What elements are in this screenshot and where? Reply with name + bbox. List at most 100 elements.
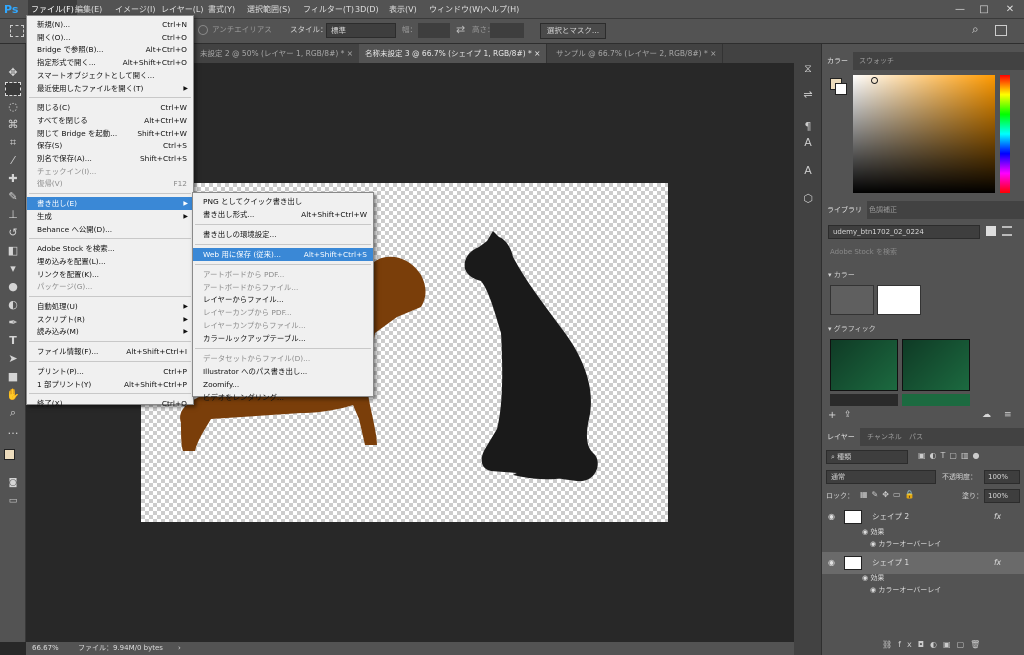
menu-item[interactable]: スマートオブジェクトとして開く... <box>27 69 193 82</box>
move-tool-icon[interactable]: ✥ <box>5 66 21 80</box>
lasso-tool-icon[interactable]: ◌ <box>5 100 21 114</box>
fx-icon[interactable]: fx <box>994 552 1001 574</box>
height-input[interactable] <box>490 23 524 38</box>
tab-color[interactable]: カラー <box>822 52 853 70</box>
menu-3d[interactable]: 3D(D) <box>352 0 382 19</box>
select-mask-button[interactable]: 選択とマスク... <box>540 23 606 39</box>
marquee-tool-icon[interactable] <box>5 82 21 96</box>
layer-row-shape-1[interactable]: ◉ シェイプ 1 fx <box>822 552 1024 574</box>
lock-icons[interactable]: ▦✎✥▭🔒 <box>860 490 918 499</box>
section-graphic-heading[interactable]: ▾ グラフィック <box>828 324 876 334</box>
menu-item[interactable]: 指定形式で開く... Alt+Shift+Ctrl+O <box>27 56 193 69</box>
paragraph-icon[interactable]: ¶ <box>801 120 815 134</box>
swap-panel-icon[interactable]: ⇌ <box>801 88 815 102</box>
path-select-icon[interactable]: ➤ <box>5 352 21 366</box>
menu-view[interactable]: 表示(V) <box>386 0 420 19</box>
tab-adjustments[interactable]: 色調補正 <box>864 201 902 219</box>
graphic-thumb-3[interactable] <box>830 394 898 406</box>
menu-item[interactable]: 終了(X) Ctrl+Q <box>27 397 193 410</box>
layer-name[interactable]: シェイプ 1 <box>872 552 909 574</box>
zoom-tool-icon[interactable]: ⌕ <box>5 406 21 420</box>
fill-input[interactable]: 100% <box>984 489 1020 503</box>
zoom-level[interactable]: 66.67% <box>32 642 59 655</box>
close-button[interactable]: ✕ <box>998 0 1022 19</box>
more-tools-icon[interactable]: … <box>5 424 21 438</box>
menu-item[interactable]: すべてを閉じる Alt+Ctrl+W <box>27 114 193 127</box>
marquee-tool-icon[interactable] <box>10 25 24 37</box>
menu-item[interactable]: 埋め込みを配置(L)... <box>27 255 193 268</box>
rectangle-tool-icon[interactable]: ■ <box>5 370 21 384</box>
layer-filter-select[interactable]: ⌕ 種類 <box>826 450 908 464</box>
brush-tool-icon[interactable]: ✎ <box>5 190 21 204</box>
menu-item[interactable]: スクリプト(R) ▶ <box>27 313 193 326</box>
menu-item[interactable]: ビデオをレンダリング... <box>193 391 373 404</box>
menu-help[interactable]: ヘルプ(H) <box>480 0 522 19</box>
menu-item[interactable]: レイヤーからファイル... <box>193 293 373 306</box>
workspace-icon[interactable] <box>995 25 1007 36</box>
screen-mode-icon[interactable]: ▭ <box>5 494 21 508</box>
section-color-heading[interactable]: ▾ カラー <box>828 270 855 280</box>
menu-item[interactable]: Web 用に保存 (従来)... Alt+Shift+Ctrl+S <box>193 247 373 261</box>
foreground-color-swatch[interactable] <box>4 449 15 460</box>
color-field[interactable] <box>853 75 995 193</box>
width-input[interactable] <box>418 23 450 38</box>
menu-filter[interactable]: フィルター(T) <box>300 0 357 19</box>
graphic-thumb-2[interactable] <box>902 339 970 391</box>
color-overlay-row[interactable]: ◉ カラーオーバーレイ <box>870 538 941 551</box>
grid-view-icon[interactable] <box>986 226 996 236</box>
menu-item[interactable]: Behance へ公開(D)... <box>27 223 193 236</box>
menu-item[interactable]: 閉じる(C) Ctrl+W <box>27 101 193 114</box>
history-brush-icon[interactable]: ↺ <box>5 226 21 240</box>
library-menu-icon[interactable]: ≡ <box>1004 410 1012 420</box>
3d-icon[interactable]: ⬡ <box>801 192 815 206</box>
menu-item[interactable]: 書き出し形式... Alt+Shift+Ctrl+W <box>193 208 373 221</box>
menu-item[interactable]: ファイル情報(F)... Alt+Shift+Ctrl+I <box>27 345 193 358</box>
graphic-thumb-4[interactable] <box>902 394 970 406</box>
menu-window[interactable]: ウィンドウ(W) <box>426 0 486 19</box>
layer-filter-icons[interactable]: ▣◐T▢▥● <box>918 451 1018 463</box>
antialias-checkbox[interactable] <box>198 25 208 35</box>
menu-item[interactable]: 閉じて Bridge を起動... Shift+Ctrl+W <box>27 127 193 140</box>
type-tool-icon[interactable]: T <box>5 334 21 348</box>
hand-tool-icon[interactable]: ✋ <box>5 388 21 402</box>
menu-item[interactable]: 自動処理(U) ▶ <box>27 300 193 313</box>
menu-item[interactable]: リンクを配置(K)... <box>27 268 193 281</box>
color-picker-cursor[interactable] <box>871 77 878 84</box>
tab-swatches[interactable]: スウォッチ <box>854 52 899 70</box>
blend-mode-select[interactable]: 通常 <box>826 470 936 484</box>
menu-item[interactable]: Bridge で参照(B)... Alt+Ctrl+O <box>27 43 193 56</box>
clone-stamp-icon[interactable]: ⊥ <box>5 208 21 222</box>
menu-item[interactable]: 新規(N)... Ctrl+N <box>27 18 193 31</box>
eraser-icon[interactable]: ◧ <box>5 244 21 258</box>
menu-item[interactable]: 書き出し(E) ▶ <box>27 197 193 211</box>
quick-mask-icon[interactable]: ◙ <box>5 476 21 490</box>
blur-tool-icon[interactable]: ● <box>5 280 21 294</box>
layer-row-shape-2[interactable]: ◉ シェイプ 2 fx <box>822 506 1024 528</box>
tab-doc-3[interactable]: 名称未設定 3 @ 66.7% (シェイプ 1, RGB/8#) * × <box>359 44 548 63</box>
menu-select[interactable]: 選択範囲(S) <box>244 0 293 19</box>
opacity-input[interactable]: 100% <box>984 470 1020 484</box>
upload-icon[interactable]: ⇪ <box>844 410 852 420</box>
menu-item[interactable]: Zoomify... <box>193 378 373 391</box>
library-color-dark[interactable] <box>830 285 874 315</box>
list-view-icon[interactable] <box>1002 226 1012 236</box>
minimize-button[interactable]: — <box>948 0 972 19</box>
color-overlay-row[interactable]: ◉ カラーオーバーレイ <box>870 584 941 597</box>
add-icon[interactable]: + <box>828 410 836 421</box>
graphic-thumb-1[interactable] <box>830 339 898 391</box>
menu-item[interactable]: PNG としてクイック書き出し <box>193 195 373 208</box>
menu-item[interactable]: Adobe Stock を検索... <box>27 242 193 255</box>
healing-brush-icon[interactable]: ✚ <box>5 172 21 186</box>
menu-item[interactable]: 最近使用したファイルを開く(T) ▶ <box>27 82 193 95</box>
menu-item[interactable]: カラールックアップテーブル... <box>193 332 373 345</box>
background-color-chip[interactable] <box>835 83 847 95</box>
tab-sample[interactable]: サンプル @ 66.7% (レイヤー 2, RGB/8#) * × <box>550 44 724 63</box>
menu-item[interactable]: Illustrator へのパス書き出し... <box>193 365 373 378</box>
character-icon[interactable]: A <box>801 136 815 150</box>
pen-tool-icon[interactable]: ✒ <box>5 316 21 330</box>
eyedropper-icon[interactable]: ⁄ <box>5 154 21 168</box>
style-select[interactable]: 標準 <box>326 23 396 38</box>
tab-channels[interactable]: チャンネル <box>862 428 907 446</box>
dodge-tool-icon[interactable]: ◐ <box>5 298 21 312</box>
paint-bucket-icon[interactable]: ▾ <box>5 262 21 276</box>
